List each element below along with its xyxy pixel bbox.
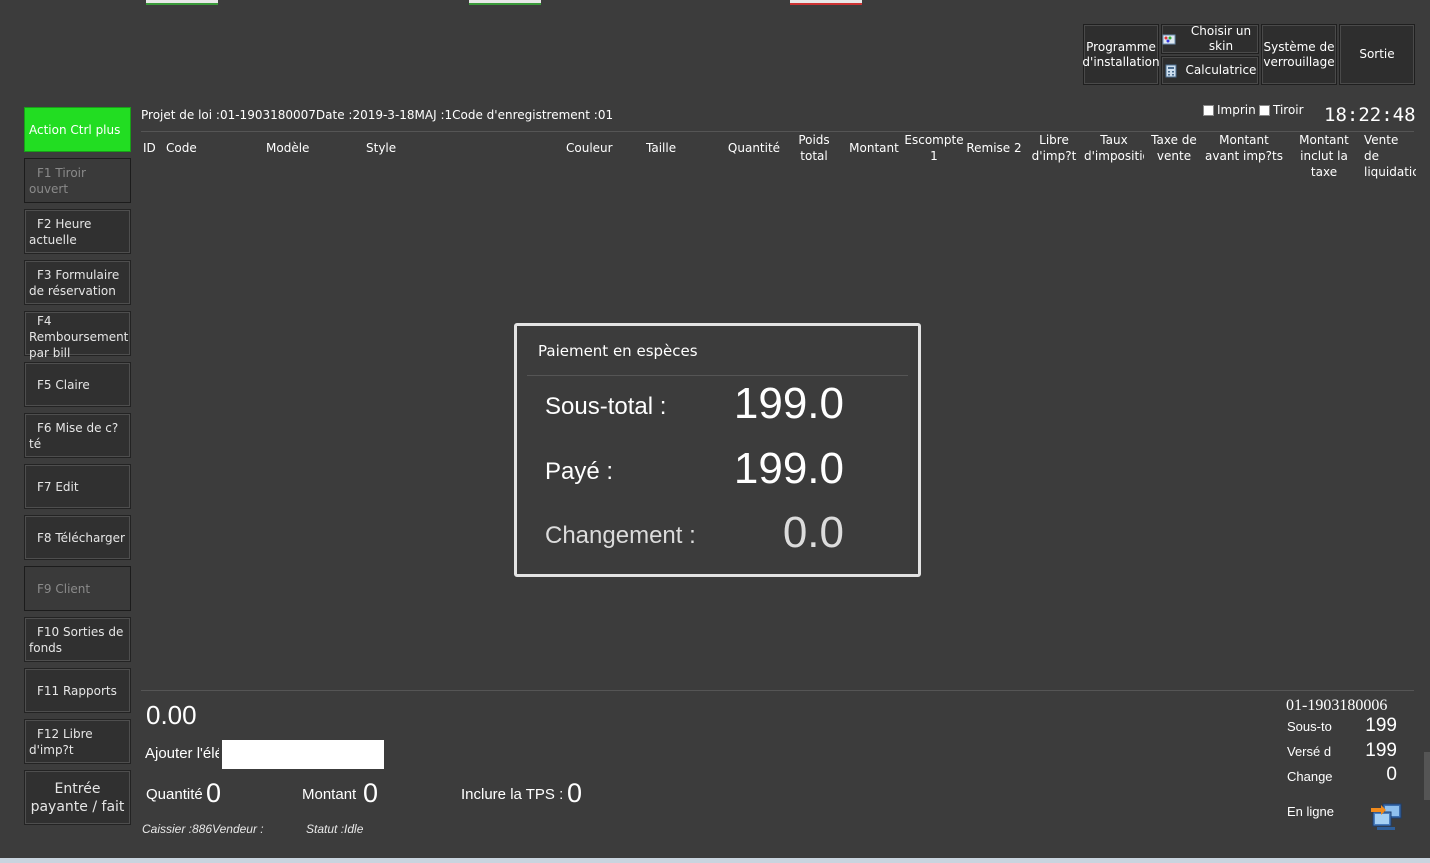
- drawer-label: Tiroir: [1273, 103, 1304, 117]
- dialog-change-value: 0.0: [782, 508, 844, 557]
- tps-label: Inclure la TPS :: [461, 786, 564, 803]
- col-discount-1[interactable]: Escompte 1: [904, 132, 964, 164]
- drawer-checkbox-box[interactable]: [1259, 104, 1270, 116]
- col-id[interactable]: ID: [143, 140, 159, 156]
- last-paid-value: 199: [1365, 740, 1397, 761]
- col-size[interactable]: Taille: [646, 140, 706, 156]
- sidebar-item-download[interactable]: F8 Télécharger: [24, 515, 131, 560]
- choose-skin-button[interactable]: Choisir un skin: [1161, 24, 1259, 54]
- calculator-label: Calculatrice: [1185, 63, 1257, 77]
- dialog-divider: [527, 375, 908, 376]
- quantity-label: Quantité: [146, 786, 203, 803]
- dialog-change-label: Changement :: [545, 522, 696, 549]
- online-label: En ligne: [1287, 804, 1334, 819]
- last-subtotal-label: Sous-to: [1287, 719, 1332, 734]
- print-label: Imprin: [1217, 103, 1256, 117]
- dialog-paid-label: Payé :: [545, 458, 614, 485]
- col-tax-free[interactable]: Libre d'imp?t: [1027, 132, 1081, 164]
- dialog-subtotal-value: 199.0: [733, 379, 844, 428]
- print-checkbox[interactable]: Imprin: [1203, 103, 1256, 117]
- col-total-weight[interactable]: Poids total: [792, 132, 836, 164]
- top-tab-1[interactable]: [146, 0, 218, 5]
- dialog-title: Paiement en espèces: [538, 342, 698, 360]
- sidebar-item-client[interactable]: F9 Client: [24, 566, 131, 611]
- last-change-value: 0: [1386, 764, 1397, 785]
- amount-label: Montant: [302, 786, 357, 803]
- sidebar-item-edit[interactable]: F7 Edit: [24, 464, 131, 509]
- sidebar-item-current-time[interactable]: F2 Heure actuelle: [24, 209, 131, 254]
- exit-button[interactable]: Sortie: [1339, 24, 1415, 85]
- col-amount[interactable]: Montant: [846, 140, 902, 156]
- add-item-label: Ajouter l'élé: [145, 745, 219, 762]
- col-sales-tax[interactable]: Taxe de vente: [1146, 132, 1202, 164]
- tps-value: 0: [567, 778, 583, 808]
- status-info: Statut :Idle: [306, 822, 364, 836]
- install-button[interactable]: Programme d'installation: [1082, 24, 1160, 85]
- sidebar-item-clear[interactable]: F5 Claire: [24, 362, 131, 407]
- sidebar-item-tax-free[interactable]: F12 Libre d'imp?t: [24, 719, 131, 764]
- lock-system-button[interactable]: Système de verrouillage: [1261, 24, 1337, 85]
- add-item-input[interactable]: [222, 740, 384, 769]
- sidebar-item-reservation-form[interactable]: F3 Formulaire de réservation: [24, 260, 131, 305]
- sidebar-item-set-aside[interactable]: F6 Mise de c?té: [24, 413, 131, 458]
- cashier-info: Caissier :886Vendeur :: [142, 822, 264, 836]
- network-online-icon[interactable]: [1369, 800, 1403, 832]
- dialog-paid-value: 199.0: [733, 444, 844, 493]
- sidebar-item-cash-out[interactable]: F10 Sorties de fonds: [24, 617, 131, 662]
- col-style[interactable]: Style: [366, 140, 426, 156]
- scrollbar[interactable]: [1424, 752, 1430, 800]
- sidebar-item-reports[interactable]: F11 Rapports: [24, 668, 131, 713]
- print-checkbox-box[interactable]: [1203, 104, 1214, 116]
- sidebar-item-open-drawer[interactable]: F1 Tiroir ouvert: [24, 158, 131, 203]
- clock: 18:22:48: [1324, 104, 1416, 126]
- sidebar-item-action-ctrl-plus[interactable]: Action Ctrl plus: [24, 107, 131, 152]
- total-amount: 0.00: [146, 700, 197, 730]
- col-discount-2[interactable]: Remise 2: [965, 140, 1023, 156]
- dialog-subtotal-label: Sous-total :: [545, 393, 667, 420]
- cash-payment-dialog: Paiement en espèces Sous-total : 199.0 P…: [514, 323, 921, 577]
- last-change-label: Change: [1287, 769, 1333, 784]
- last-paid-label: Versé d: [1287, 744, 1332, 759]
- col-amount-incl-tax[interactable]: Montant inclut la taxe: [1286, 132, 1362, 180]
- col-code[interactable]: Code: [166, 140, 226, 156]
- calculator-icon: [1165, 64, 1177, 77]
- col-quantity[interactable]: Quantité: [726, 140, 782, 156]
- skin-label: Choisir un skin: [1190, 24, 1252, 53]
- drawer-checkbox[interactable]: Tiroir: [1259, 103, 1304, 117]
- calculator-button[interactable]: Calculatrice: [1161, 56, 1259, 85]
- amount-value: 0: [363, 778, 379, 808]
- last-bill-id: 01-1903180006: [1286, 697, 1388, 714]
- col-clearance-sale[interactable]: Vente de liquidatic: [1364, 132, 1416, 180]
- sidebar-item-refund-by-bill[interactable]: F4 Remboursement par bill: [24, 311, 131, 360]
- sidebar-item-pay-entry[interactable]: Entrée payante / fait: [24, 770, 131, 825]
- top-tab-2[interactable]: [469, 0, 541, 5]
- last-subtotal-value: 199: [1365, 715, 1397, 736]
- taskbar: [0, 858, 1430, 863]
- install-label: Programme d'installation: [1082, 39, 1160, 69]
- quantity-value: 0: [206, 778, 222, 808]
- bill-info: Projet de loi :01-1903180007Date :2019-3…: [141, 108, 614, 122]
- paint-palette-icon: [1162, 34, 1176, 45]
- col-tax-rate[interactable]: Taux d'impositio: [1084, 132, 1144, 164]
- top-tab-3[interactable]: [790, 0, 862, 5]
- col-color[interactable]: Couleur: [566, 140, 626, 156]
- lock-label: Système de verrouillage: [1263, 39, 1335, 69]
- bottom-divider: [141, 690, 1414, 691]
- exit-label: Sortie: [1359, 47, 1395, 61]
- col-model[interactable]: Modèle: [266, 140, 326, 156]
- col-amount-before-tax[interactable]: Montant avant imp?ts: [1204, 132, 1284, 164]
